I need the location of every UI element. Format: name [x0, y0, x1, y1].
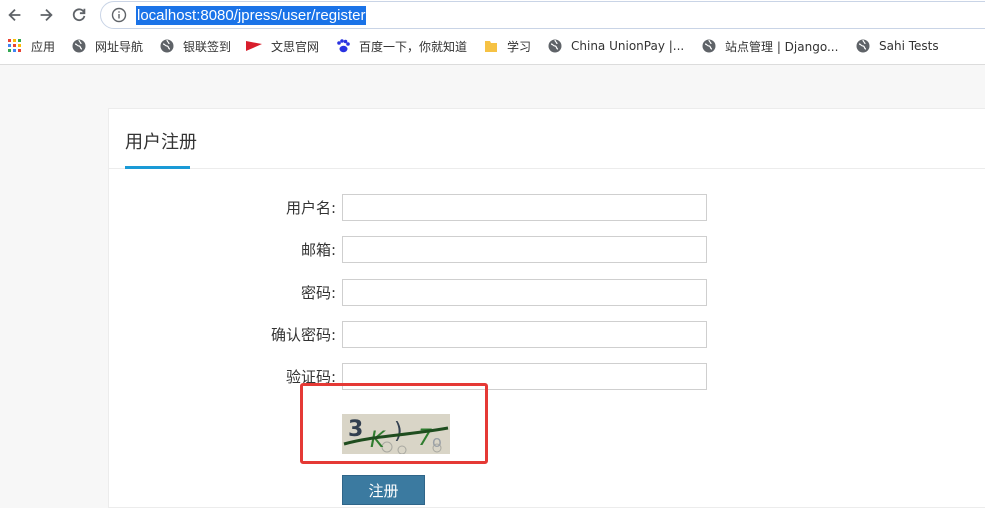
svg-text:o: o	[432, 432, 442, 451]
svg-text:K: K	[370, 428, 386, 453]
bookmarks-bar: 应用 网址导航 银联签到 文思官网 百度一下，你就知道 学习 China Uni…	[0, 35, 985, 57]
bookmark-label: Sahi Tests	[879, 39, 939, 53]
info-icon	[111, 7, 127, 23]
apps-grid-icon	[8, 39, 21, 52]
globe-icon	[702, 39, 716, 53]
email-input[interactable]	[342, 236, 707, 263]
bookmark-nav[interactable]: 网址导航	[72, 35, 143, 57]
url-text[interactable]: localhost:8080/jpress/user/register	[136, 6, 367, 25]
globe-icon	[72, 39, 86, 53]
email-row: 邮箱:	[109, 236, 985, 263]
password-row: 密码:	[109, 279, 985, 306]
browser-chrome: localhost:8080/jpress/user/register 应用 网…	[0, 0, 985, 65]
bookmark-unionpay-signin[interactable]: 银联签到	[160, 35, 231, 57]
bookmark-apps[interactable]: 应用	[8, 35, 55, 57]
bookmark-label: 百度一下，你就知道	[359, 39, 468, 54]
register-submit-button[interactable]: 注册	[342, 475, 425, 505]
title-underline	[125, 166, 190, 169]
bookmark-label: 文思官网	[271, 39, 320, 54]
password-label: 密码:	[300, 284, 336, 302]
forward-button[interactable]	[35, 4, 57, 26]
arrow-left-icon	[8, 8, 21, 22]
svg-text:3: 3	[348, 417, 363, 442]
folder-icon	[485, 41, 497, 52]
confirm-password-label: 确认密码:	[270, 326, 336, 344]
bookmark-label: China UnionPay |...	[571, 39, 685, 53]
globe-icon	[856, 39, 870, 53]
globe-icon	[548, 39, 562, 53]
header-divider	[109, 168, 985, 169]
globe-icon	[160, 39, 174, 53]
bookmark-label: 银联签到	[183, 39, 232, 54]
reload-icon	[72, 8, 86, 22]
bookmark-label: 站点管理 | Django...	[725, 39, 839, 54]
reload-button[interactable]	[68, 4, 90, 26]
svg-text:): )	[394, 419, 403, 444]
page-title: 用户注册	[125, 132, 197, 153]
bookmark-label: 应用	[31, 39, 56, 54]
address-bar[interactable]: localhost:8080/jpress/user/register	[100, 1, 985, 29]
bookmark-china-unionpay[interactable]: China UnionPay |...	[548, 35, 684, 57]
password-input[interactable]	[342, 279, 707, 306]
red-flag-icon	[246, 41, 262, 51]
username-label: 用户名:	[285, 199, 336, 217]
username-input[interactable]	[342, 194, 707, 221]
bookmark-django-admin[interactable]: 站点管理 | Django...	[702, 35, 838, 57]
arrow-right-icon	[40, 8, 53, 22]
confirm-password-row: 确认密码:	[109, 321, 985, 348]
bookmark-label: 网址导航	[95, 39, 144, 54]
confirm-password-input[interactable]	[342, 321, 707, 348]
bookmark-folder-study[interactable]: 学习	[484, 35, 531, 57]
captcha-row: 验证码:	[109, 363, 985, 390]
bookmark-label: 学习	[507, 39, 532, 54]
bookmark-wensi[interactable]: 文思官网	[246, 35, 319, 57]
username-row: 用户名:	[109, 194, 985, 221]
email-label: 邮箱:	[300, 241, 336, 259]
bookmark-baidu[interactable]: 百度一下，你就知道	[336, 35, 467, 57]
baidu-paw-icon	[337, 39, 350, 53]
captcha-image[interactable]: 3 K ) 7 o	[342, 414, 450, 454]
register-card: 用户注册 用户名: 邮箱: 密码: 确认密码: 验证码: 3 K ) 7 o 注…	[108, 108, 985, 508]
bookmark-sahi-tests[interactable]: Sahi Tests	[856, 35, 939, 57]
back-button[interactable]	[4, 4, 26, 26]
